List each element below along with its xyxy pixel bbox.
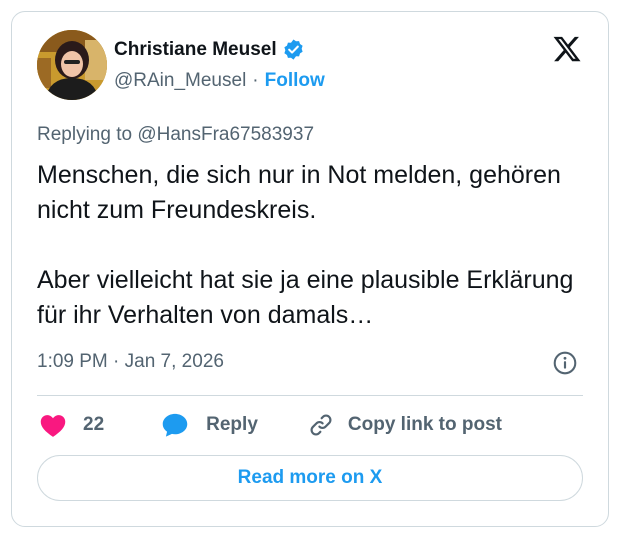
read-more-button[interactable]: Read more on X bbox=[37, 455, 583, 501]
reply-button[interactable]: Reply bbox=[144, 412, 258, 438]
post-paragraph: Menschen, die sich nur in Not melden, ge… bbox=[37, 161, 561, 224]
heart-icon bbox=[39, 412, 67, 438]
x-logo-icon[interactable] bbox=[552, 34, 582, 64]
author-name[interactable]: Christiane Meusel bbox=[114, 39, 277, 61]
post-paragraph: Aber vielleicht hat sie ja eine plausibl… bbox=[37, 266, 574, 329]
read-more-label: Read more on X bbox=[237, 467, 383, 488]
copy-link-label: Copy link to post bbox=[347, 414, 502, 435]
link-icon bbox=[308, 412, 334, 438]
embedded-post-card: Christiane Meusel @RAin_Meusel · Follow … bbox=[11, 11, 609, 527]
replying-to-text: Replying to @HansFra67583937 bbox=[37, 124, 315, 145]
copy-link-button[interactable]: Copy link to post bbox=[294, 412, 502, 438]
author-handle[interactable]: @RAin_Meusel bbox=[114, 70, 246, 92]
action-bar: 22 Reply Copy link to post bbox=[39, 410, 502, 440]
follow-button[interactable]: Follow bbox=[265, 70, 325, 92]
post-text: Menschen, die sich nur in Not melden, ge… bbox=[37, 158, 587, 333]
info-icon[interactable] bbox=[552, 350, 578, 376]
reply-bubble-icon bbox=[161, 412, 189, 438]
author-handle-row: @RAin_Meusel · Follow bbox=[114, 70, 325, 92]
divider bbox=[37, 395, 583, 396]
separator-dot: · bbox=[252, 70, 259, 91]
like-count: 22 bbox=[83, 414, 105, 435]
verified-badge-icon bbox=[282, 38, 305, 61]
author-name-row: Christiane Meusel bbox=[114, 38, 305, 61]
like-button[interactable]: 22 bbox=[39, 412, 104, 438]
avatar[interactable] bbox=[37, 30, 107, 100]
reply-label: Reply bbox=[206, 414, 258, 435]
post-timestamp[interactable]: 1:09 PM · Jan 7, 2026 bbox=[37, 351, 224, 373]
